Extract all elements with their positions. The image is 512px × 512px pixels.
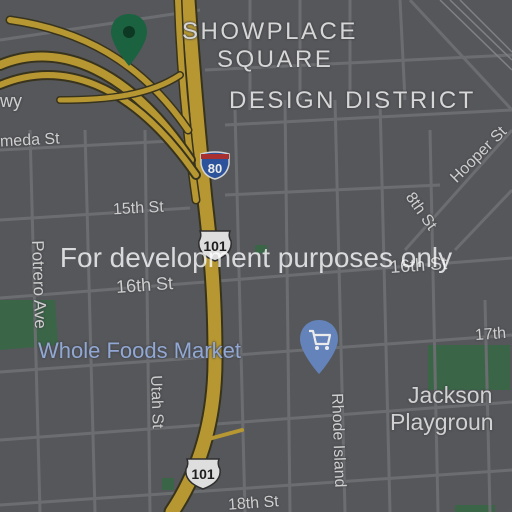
street-label-freeway: wy — [0, 91, 22, 111]
district-label-square: SQUARE — [217, 46, 334, 73]
map-pin-icon[interactable] — [109, 12, 149, 68]
street-label-alameda: meda St — [0, 130, 60, 151]
interstate-80-label: 80 — [208, 161, 222, 176]
street-label-18th: 18th St — [227, 493, 280, 512]
street-label-rhode-island: Rhode Island — [328, 392, 349, 488]
street-label-17th: 17th — [474, 324, 507, 345]
us-101-shield-icon: 101 — [185, 458, 221, 490]
district-label-showplace: SHOWPLACE — [182, 18, 358, 45]
map-canvas[interactable]: 80 101 101 SHOWPLACE SQUARE DESIGN DISTR… — [0, 0, 512, 512]
interstate-80-shield-icon: 80 — [200, 151, 230, 180]
shopping-cart-icon[interactable] — [297, 318, 341, 376]
poi-label-playground[interactable]: Playgroun — [390, 411, 494, 434]
district-label-design-district: DESIGN DISTRICT — [229, 87, 476, 114]
poi-label-jackson[interactable]: Jackson — [408, 384, 492, 407]
street-label-utah: Utah St — [147, 374, 166, 429]
watermark-text: For development purposes only — [59, 242, 453, 273]
street-label-16th-west: 16th St — [115, 273, 174, 297]
us-101-label: 101 — [191, 466, 215, 482]
street-label-15th: 15th St — [112, 198, 165, 219]
poi-label-whole-foods[interactable]: Whole Foods Market — [38, 340, 241, 362]
